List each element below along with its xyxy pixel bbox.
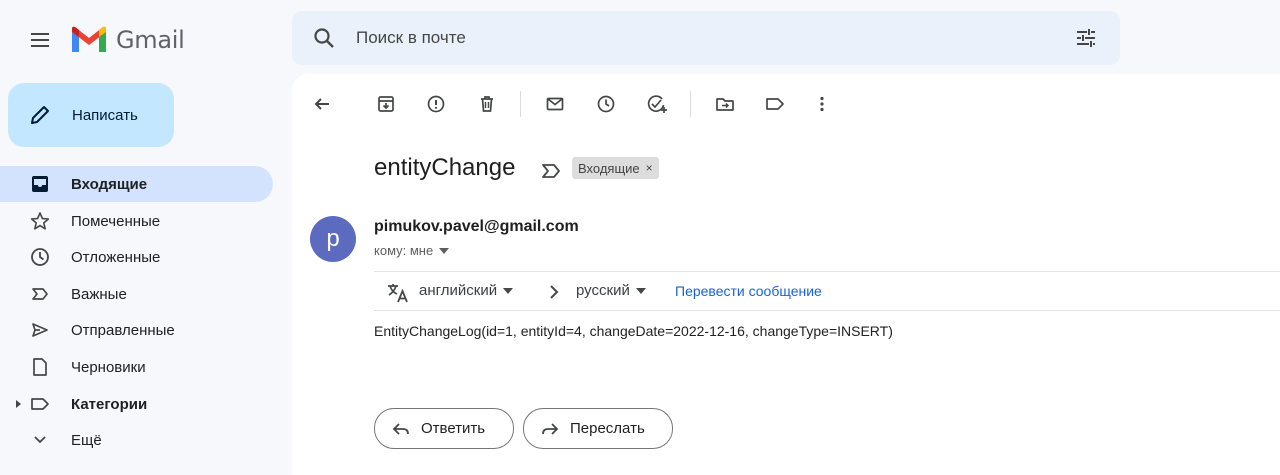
source-language-label: английский: [419, 282, 498, 299]
draft-icon: [28, 355, 52, 379]
sidebar-item-label: Отправленные: [71, 321, 175, 339]
sidebar-item-more[interactable]: Ещё: [0, 422, 273, 458]
sidebar-item-label: Важные: [71, 285, 127, 303]
important-marker-icon[interactable]: [540, 160, 562, 182]
remove-label-button[interactable]: ×: [646, 161, 653, 175]
send-icon: [28, 318, 52, 342]
report-spam-button[interactable]: [420, 88, 452, 120]
forward-icon: [542, 422, 559, 435]
search-bar[interactable]: [292, 11, 1120, 65]
translate-bar: английский русский Перевести сообщение: [374, 271, 1280, 311]
snooze-button[interactable]: [590, 88, 622, 120]
back-button[interactable]: [306, 88, 338, 120]
recipient-details[interactable]: кому: мне: [374, 243, 450, 258]
forward-label: Переслать: [570, 420, 645, 437]
labels-button[interactable]: [759, 88, 791, 120]
delete-icon: [481, 96, 493, 112]
sidebar-item-label: Помеченные: [71, 212, 161, 230]
expand-caret-icon[interactable]: [15, 399, 23, 409]
sidebar-item-label: Ещё: [71, 431, 102, 449]
gmail-logo-icon: [72, 26, 106, 52]
mark-unread-button[interactable]: [539, 88, 571, 120]
inbox-icon: [28, 172, 52, 196]
recipient-label: кому: мне: [374, 243, 434, 258]
search-input[interactable]: [356, 28, 1036, 48]
archive-button[interactable]: [370, 88, 402, 120]
target-language-select[interactable]: русский: [576, 282, 646, 299]
reply-label: Ответить: [421, 420, 486, 437]
sidebar-item-label: Черновики: [71, 358, 146, 376]
sidebar-item-drafts[interactable]: Черновики: [0, 349, 273, 385]
sender-email[interactable]: pimukov.pavel@gmail.com: [374, 218, 579, 236]
message-subject: entityChange: [374, 154, 516, 181]
gmail-logo[interactable]: Gmail: [70, 22, 185, 58]
sidebar-item-label: Входящие: [71, 175, 148, 193]
add-task-icon: [647, 95, 667, 113]
labels-icon: [766, 98, 784, 110]
add-task-button[interactable]: [641, 88, 673, 120]
clock-icon: [28, 245, 52, 269]
source-language-select[interactable]: английский: [419, 282, 514, 299]
reply-icon: [392, 422, 409, 435]
label-chip-text: Входящие: [578, 160, 640, 176]
toolbar-divider: [520, 91, 521, 117]
main-menu-button[interactable]: [20, 20, 60, 60]
sidebar-item-label: Категории: [71, 395, 148, 413]
move-to-button[interactable]: [709, 88, 741, 120]
forward-button[interactable]: Переслать: [523, 408, 673, 449]
move-to-icon: [716, 98, 734, 111]
sidebar-item-snoozed[interactable]: Отложенные: [0, 239, 273, 275]
search-icon[interactable]: [310, 24, 338, 52]
sidebar-item-sent[interactable]: Отправленные: [0, 312, 273, 348]
report-spam-icon: [427, 95, 445, 113]
avatar[interactable]: p: [310, 216, 356, 262]
chevron-right-icon: [550, 285, 559, 299]
message-pane: entityChange Входящие × p pimukov.pavel@…: [292, 74, 1280, 475]
toolbar-divider: [690, 91, 691, 117]
delete-button[interactable]: [471, 88, 503, 120]
app-name: Gmail: [116, 26, 185, 54]
chevron-down-icon: [28, 428, 52, 452]
compose-label: Написать: [72, 106, 138, 124]
target-language-label: русский: [576, 282, 630, 299]
reply-button[interactable]: Ответить: [374, 408, 514, 449]
more-icon: [820, 96, 824, 112]
archive-icon: [378, 96, 394, 112]
important-icon: [28, 282, 52, 306]
sidebar-item-starred[interactable]: Помеченные: [0, 203, 273, 239]
search-options-icon[interactable]: [1072, 24, 1100, 52]
dropdown-arrow-icon: [439, 247, 450, 254]
sidebar-item-inbox[interactable]: Входящие: [0, 166, 273, 202]
translate-message-link[interactable]: Перевести сообщение: [675, 283, 822, 299]
compose-button[interactable]: Написать: [8, 83, 174, 147]
snooze-icon: [597, 95, 615, 113]
translate-icon: [388, 284, 408, 303]
dropdown-arrow-icon: [635, 287, 646, 294]
pencil-icon: [31, 106, 49, 124]
hamburger-icon: [31, 33, 49, 47]
mark-unread-icon: [546, 97, 564, 111]
sidebar-item-label: Отложенные: [71, 248, 161, 266]
star-icon: [28, 209, 52, 233]
sidebar-item-categories[interactable]: Категории: [0, 386, 273, 422]
more-button[interactable]: [806, 88, 838, 120]
label-icon: [28, 392, 52, 416]
back-icon: [314, 98, 329, 110]
dropdown-arrow-icon: [503, 287, 514, 294]
message-body: EntityChangeLog(id=1, entityId=4, change…: [374, 323, 893, 339]
sidebar-item-important[interactable]: Важные: [0, 276, 273, 312]
label-chip: Входящие ×: [572, 157, 659, 179]
